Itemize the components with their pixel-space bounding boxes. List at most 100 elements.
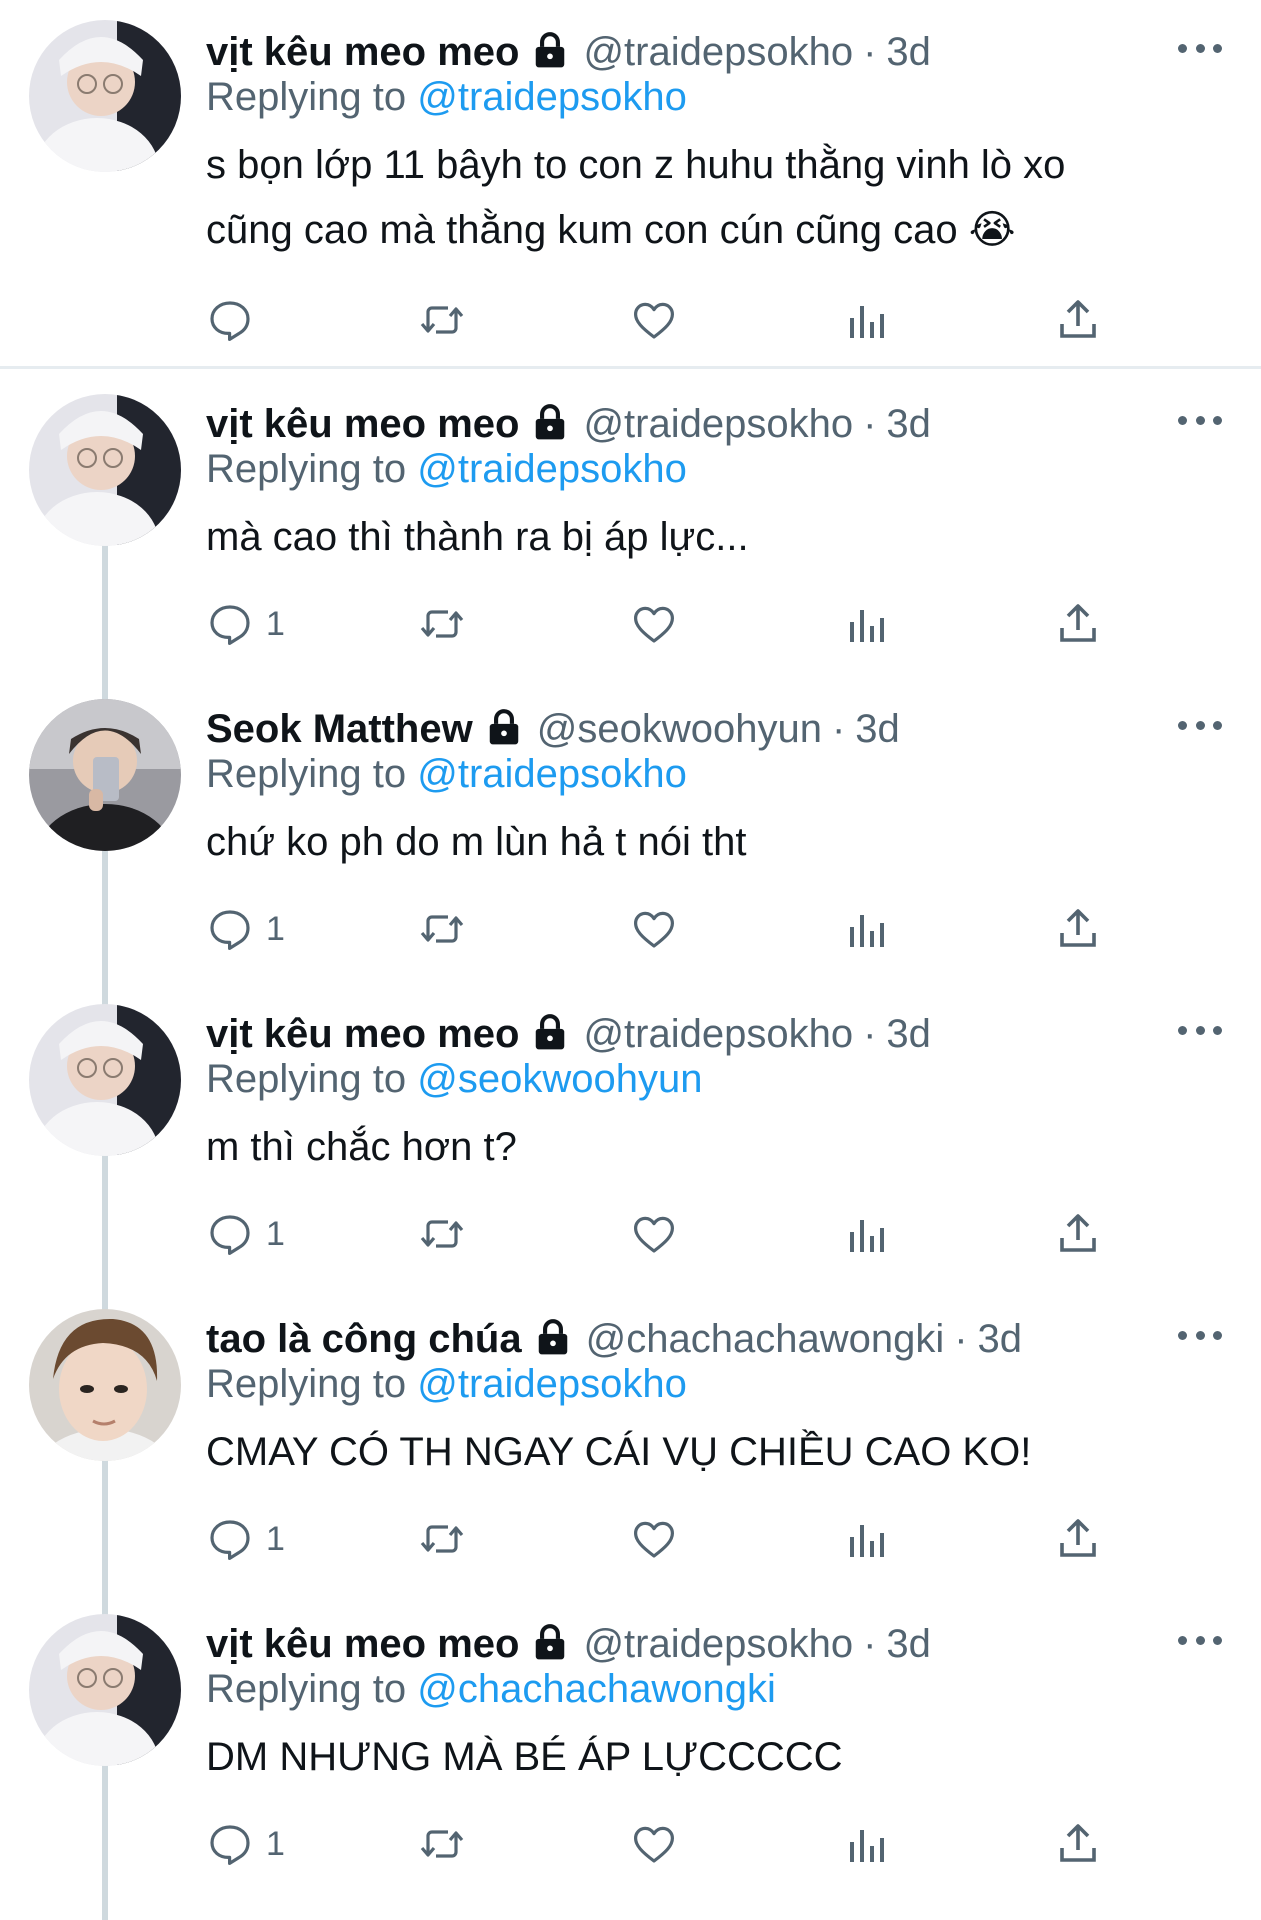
- avatar[interactable]: [29, 394, 181, 546]
- mention-link[interactable]: @chachachawongki: [417, 1667, 776, 1711]
- text-line: chứ ko ph do m lùn hả t nói tht: [206, 820, 747, 864]
- share-icon: [1054, 600, 1102, 648]
- retweet-button[interactable]: [418, 596, 466, 652]
- replying-to: Replying to @traidepsokho: [206, 752, 687, 797]
- reply-icon: [206, 1515, 254, 1563]
- handle[interactable]: @traidepsokho: [583, 402, 853, 447]
- action-bar: 1: [206, 1816, 1106, 1872]
- reply-count: 1: [266, 909, 285, 948]
- like-button[interactable]: [630, 901, 678, 957]
- retweet-button[interactable]: [418, 292, 466, 348]
- share-button[interactable]: [1054, 1206, 1102, 1262]
- text-line: DM NHƯNG MÀ BÉ ÁP LỰCCCCC: [206, 1735, 843, 1779]
- more-icon[interactable]: [1178, 717, 1222, 733]
- like-button[interactable]: [630, 596, 678, 652]
- mention-link[interactable]: @traidepsokho: [417, 752, 687, 796]
- action-bar: 1: [206, 1206, 1106, 1262]
- retweet-button[interactable]: [418, 901, 466, 957]
- more-icon[interactable]: [1178, 412, 1222, 428]
- timestamp[interactable]: 3d: [886, 30, 931, 75]
- more-icon[interactable]: [1178, 40, 1222, 56]
- reply-icon: [206, 1820, 254, 1868]
- tweet-header: vịt kêu meo meo @traidepsokho · 3d: [206, 1009, 931, 1059]
- analytics-icon: [842, 600, 890, 648]
- replying-prefix: Replying to: [206, 1667, 407, 1711]
- separator: ·: [831, 706, 846, 751]
- display-name[interactable]: vịt kêu meo meo: [206, 1622, 519, 1667]
- display-name[interactable]: vịt kêu meo meo: [206, 1012, 519, 1057]
- analytics-button[interactable]: [842, 1816, 890, 1872]
- analytics-button[interactable]: [842, 596, 890, 652]
- reply-count: 1: [266, 1824, 285, 1863]
- reply-button[interactable]: 1: [206, 1206, 285, 1262]
- handle[interactable]: @traidepsokho: [583, 1622, 853, 1667]
- tweet[interactable]: vịt kêu meo meo @traidepsokho · 3d Reply…: [0, 0, 1261, 369]
- tweet-text: mà cao thì thành ra bị áp lực...: [206, 505, 1206, 570]
- share-button[interactable]: [1054, 901, 1102, 957]
- avatar[interactable]: [29, 699, 181, 851]
- avatar[interactable]: [29, 1614, 181, 1766]
- replying-to: Replying to @traidepsokho: [206, 1362, 687, 1407]
- share-button[interactable]: [1054, 292, 1102, 348]
- retweet-button[interactable]: [418, 1816, 466, 1872]
- analytics-button[interactable]: [842, 292, 890, 348]
- analytics-button[interactable]: [842, 1511, 890, 1567]
- reply-button[interactable]: 1: [206, 901, 285, 957]
- mention-link[interactable]: @seokwoohyun: [417, 1057, 702, 1101]
- handle[interactable]: @traidepsokho: [583, 30, 853, 75]
- timestamp[interactable]: 3d: [886, 402, 931, 447]
- timestamp[interactable]: 3d: [978, 1317, 1023, 1362]
- retweet-icon: [418, 1820, 466, 1868]
- text-line: CMAY CÓ TH NGAY CÁI VỤ CHIỀU CAO KO!: [206, 1430, 1032, 1474]
- tweet[interactable]: tao là công chúa @chachachawongki · 3d R…: [0, 1287, 1261, 1592]
- like-button[interactable]: [630, 1511, 678, 1567]
- analytics-icon: [842, 1820, 890, 1868]
- replying-prefix: Replying to: [206, 1057, 407, 1101]
- tweet[interactable]: Seok Matthew @seokwoohyun · 3d Replying …: [0, 677, 1261, 982]
- share-icon: [1054, 1820, 1102, 1868]
- reply-button[interactable]: [206, 292, 266, 348]
- display-name[interactable]: vịt kêu meo meo: [206, 402, 519, 447]
- retweet-icon: [418, 1515, 466, 1563]
- reply-button[interactable]: 1: [206, 596, 285, 652]
- handle[interactable]: @seokwoohyun: [537, 707, 822, 752]
- mention-link[interactable]: @traidepsokho: [417, 447, 687, 491]
- lock-icon: [531, 1012, 569, 1052]
- analytics-button[interactable]: [842, 1206, 890, 1262]
- tweet-text: chứ ko ph do m lùn hả t nói tht: [206, 810, 1206, 875]
- tweet[interactable]: vịt kêu meo meo @traidepsokho · 3d Reply…: [0, 372, 1261, 677]
- mention-link[interactable]: @traidepsokho: [417, 75, 687, 119]
- more-icon[interactable]: [1178, 1632, 1222, 1648]
- share-button[interactable]: [1054, 1511, 1102, 1567]
- handle[interactable]: @traidepsokho: [583, 1012, 853, 1057]
- more-icon[interactable]: [1178, 1022, 1222, 1038]
- timestamp[interactable]: 3d: [855, 707, 900, 752]
- reply-button[interactable]: 1: [206, 1511, 285, 1567]
- timestamp[interactable]: 3d: [886, 1622, 931, 1667]
- tweet[interactable]: vịt kêu meo meo @traidepsokho · 3d Reply…: [0, 982, 1261, 1287]
- retweet-icon: [418, 600, 466, 648]
- display-name[interactable]: vịt kêu meo meo: [206, 30, 519, 75]
- share-button[interactable]: [1054, 596, 1102, 652]
- retweet-button[interactable]: [418, 1206, 466, 1262]
- more-icon[interactable]: [1178, 1327, 1222, 1343]
- avatar[interactable]: [29, 1004, 181, 1156]
- tweet[interactable]: vịt kêu meo meo @traidepsokho · 3d Reply…: [0, 1592, 1261, 1920]
- share-button[interactable]: [1054, 1816, 1102, 1872]
- display-name[interactable]: tao là công chúa: [206, 1317, 522, 1362]
- analytics-icon: [842, 1515, 890, 1563]
- replying-to: Replying to @traidepsokho: [206, 447, 687, 492]
- mention-link[interactable]: @traidepsokho: [417, 1362, 687, 1406]
- retweet-button[interactable]: [418, 1511, 466, 1567]
- analytics-button[interactable]: [842, 901, 890, 957]
- display-name[interactable]: Seok Matthew: [206, 707, 473, 752]
- handle[interactable]: @chachachawongki: [586, 1317, 945, 1362]
- avatar[interactable]: [29, 20, 181, 172]
- like-button[interactable]: [630, 1206, 678, 1262]
- reply-count: 1: [266, 1519, 285, 1558]
- like-button[interactable]: [630, 292, 678, 348]
- avatar[interactable]: [29, 1309, 181, 1461]
- like-button[interactable]: [630, 1816, 678, 1872]
- reply-button[interactable]: 1: [206, 1816, 285, 1872]
- timestamp[interactable]: 3d: [886, 1012, 931, 1057]
